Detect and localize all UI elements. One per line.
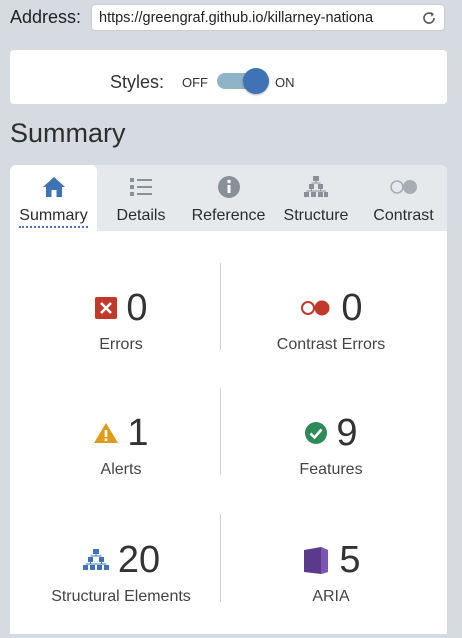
toggle-off-label: OFF [182,75,208,90]
toggle-on-label: ON [275,75,295,90]
tab-details-label: Details [116,207,166,224]
tab-structure[interactable]: Structure [272,165,360,231]
contrast-errors-count: 0 [341,287,363,329]
structural-card[interactable]: 20 Structural Elements [16,538,226,638]
page-title: Summary [10,118,126,148]
structure-icon [82,549,109,570]
errors-label: Errors [99,336,143,353]
aria-icon [304,547,329,574]
error-icon [95,297,118,319]
tab-reference-label: Reference [191,207,266,224]
styles-label: Styles: [110,72,165,92]
alerts-label: Alerts [100,461,142,478]
alert-icon [94,423,119,443]
address-label: Address: [10,6,82,27]
summary-panel: 0 Errors 0 Contrast Errors 1 Alerts 9 Fe… [10,231,447,634]
errors-card[interactable]: 0 Errors [16,286,226,386]
tab-structure-label: Structure [283,207,349,224]
styles-panel: Styles: OFF ON [10,50,447,104]
styles-toggle-knob[interactable] [243,68,269,94]
tab-contrast-label: Contrast [373,207,434,224]
tab-bar: Summary Details Reference Structure Cont… [10,165,447,231]
hierarchy-icon [304,176,328,197]
alerts-count: 1 [127,412,149,454]
contrast-errors-label: Contrast Errors [276,336,386,353]
aria-card[interactable]: 5 ARIA [226,538,436,638]
errors-count: 0 [126,287,148,329]
address-bar: Address: https://greengraf.github.io/kil… [0,0,462,34]
tab-summary-label: Summary [19,207,88,228]
structural-label: Structural Elements [51,588,191,605]
tab-contrast[interactable]: Contrast [360,165,447,231]
tab-details[interactable]: Details [97,165,185,231]
address-field[interactable]: https://greengraf.github.io/killarney-na… [91,4,445,31]
tab-summary[interactable]: Summary [10,165,97,231]
home-icon [42,177,65,197]
features-label: Features [299,461,363,478]
features-count: 9 [336,412,358,454]
address-url[interactable]: https://greengraf.github.io/killarney-na… [99,10,417,26]
reload-icon[interactable] [421,10,437,26]
structural-count: 20 [117,539,161,581]
alerts-card[interactable]: 1 Alerts [16,411,226,511]
list-icon [130,178,152,196]
aria-count: 5 [339,539,361,581]
contrast-icon [389,180,417,194]
feature-icon [305,422,328,444]
info-icon [217,176,240,198]
features-card[interactable]: 9 Features [226,411,436,511]
aria-label: ARIA [312,588,350,605]
contrast-error-icon [301,300,330,316]
tab-reference[interactable]: Reference [185,165,272,231]
contrast-errors-card[interactable]: 0 Contrast Errors [226,286,436,386]
